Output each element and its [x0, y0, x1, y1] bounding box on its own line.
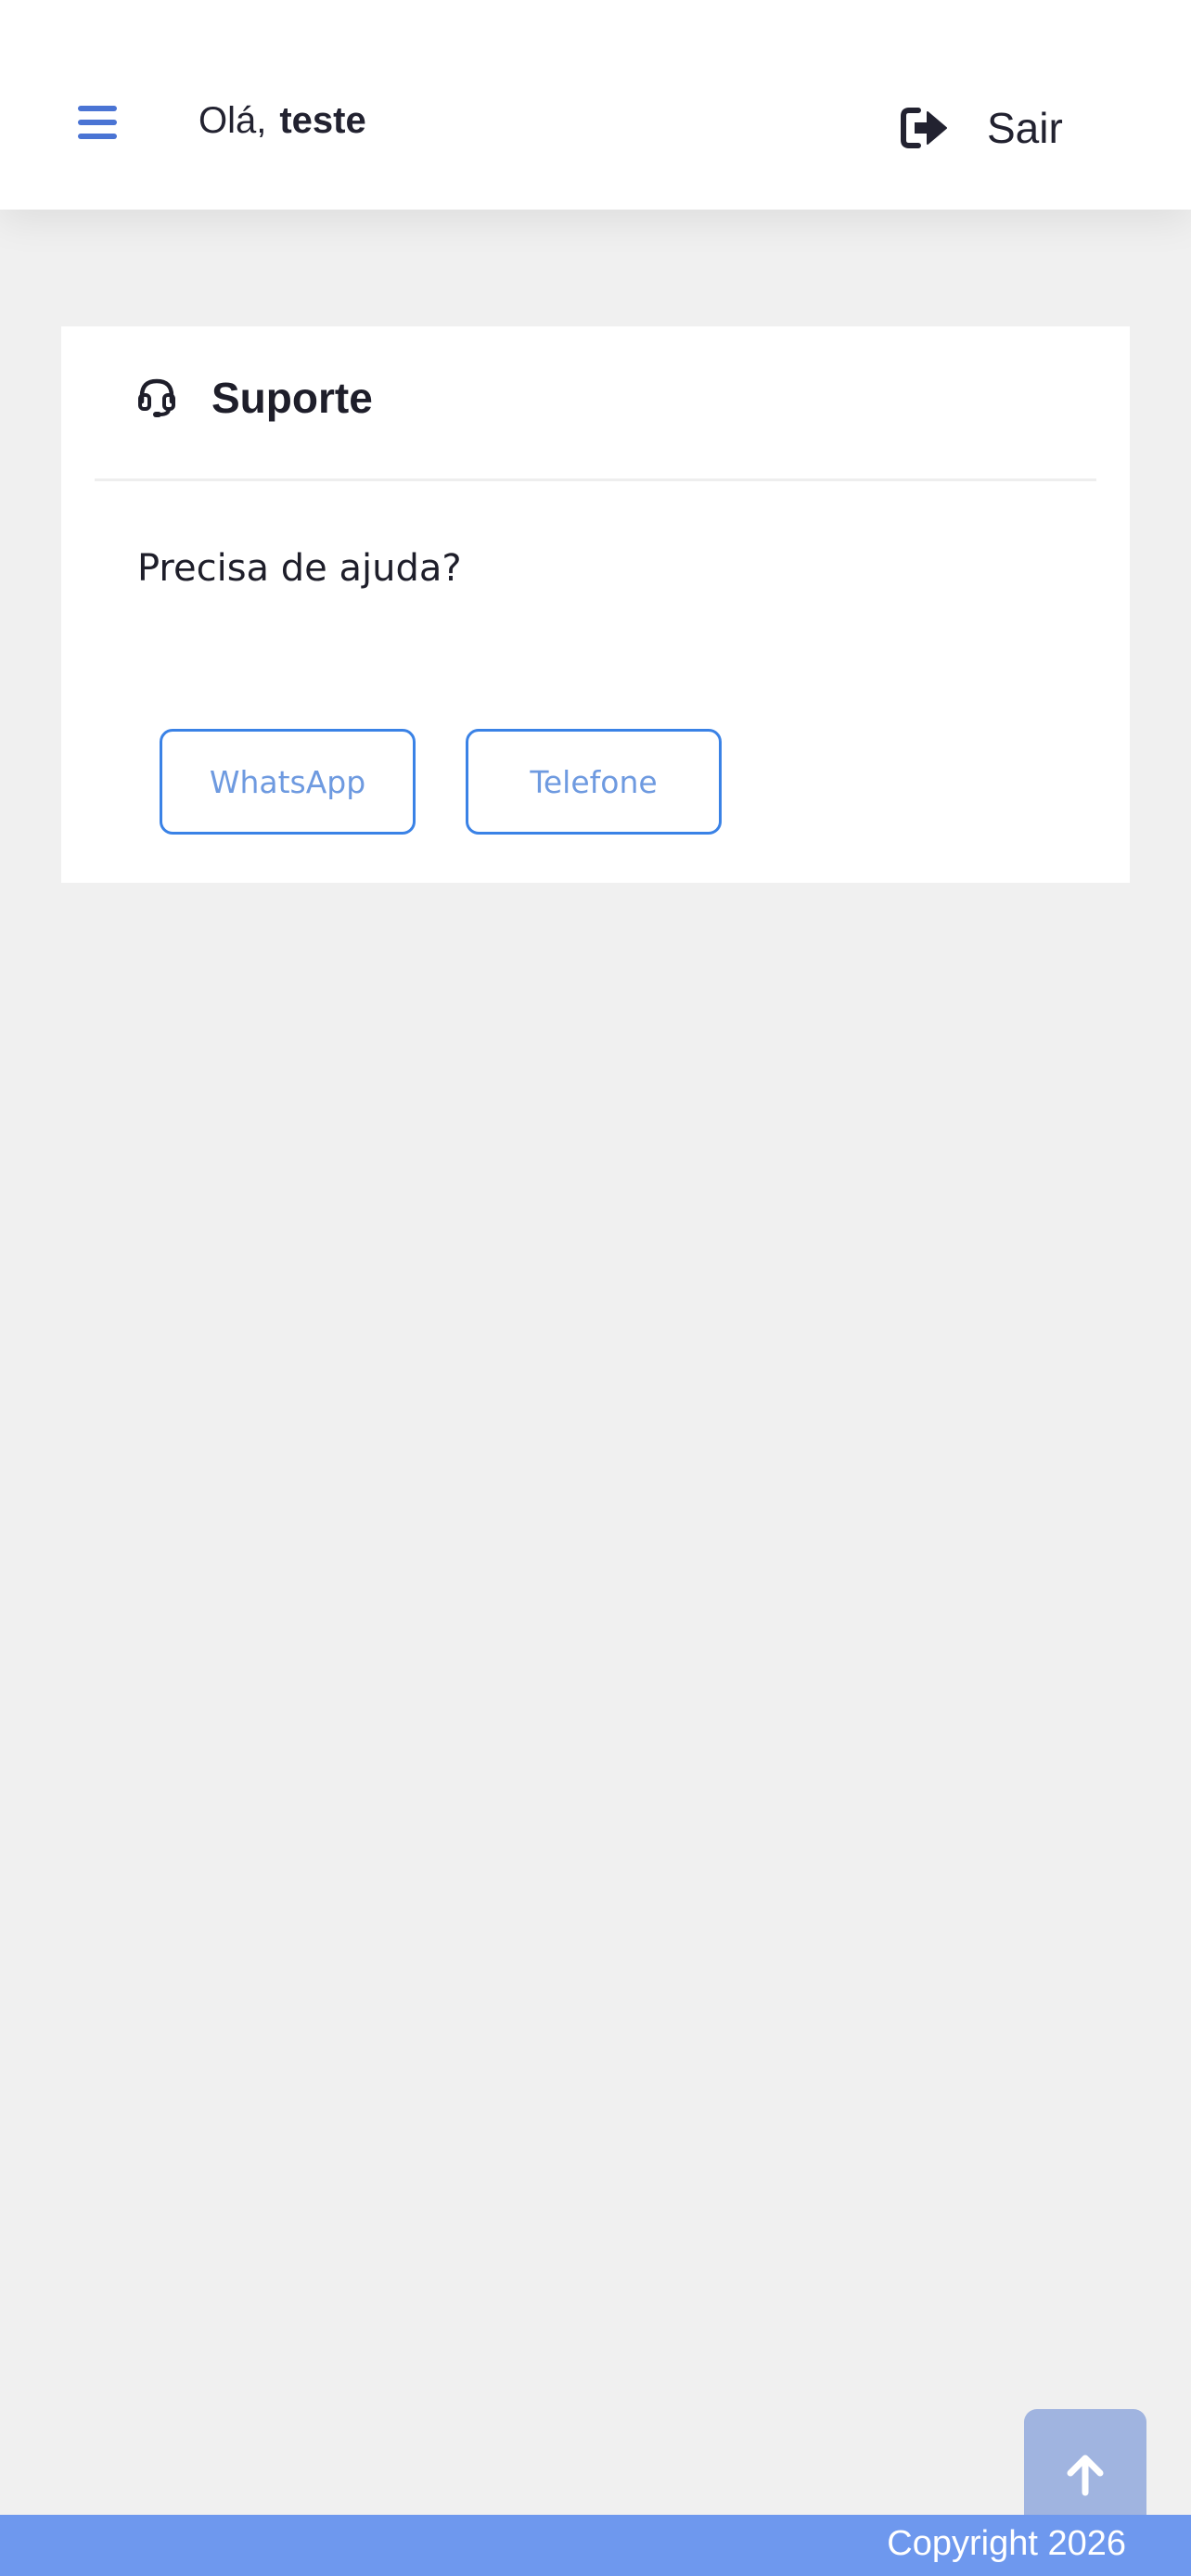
greeting-text: Olá,	[198, 100, 267, 141]
sign-out-icon	[901, 108, 947, 148]
card-header: Suporte	[137, 373, 373, 423]
logout-button[interactable]: Sair	[900, 100, 1063, 156]
whatsapp-button[interactable]: WhatsApp	[160, 729, 416, 835]
headset-icon	[138, 378, 175, 417]
greeting: Olá, teste	[198, 100, 366, 142]
hamburger-menu-icon[interactable]	[78, 104, 121, 141]
telefone-button[interactable]: Telefone	[466, 729, 722, 835]
card-divider	[95, 478, 1096, 481]
user-name: teste	[279, 100, 366, 141]
arrow-up-icon	[1067, 2455, 1104, 2496]
top-navbar: Olá, teste Sair	[0, 0, 1191, 210]
footer: Copyright 2026	[0, 2515, 1191, 2576]
help-text: Precisa de ajuda?	[137, 547, 462, 590]
logout-label: Sair	[987, 104, 1063, 152]
copyright-text: Copyright 2026	[887, 2524, 1126, 2563]
card-title: Suporte	[211, 374, 373, 422]
support-card: Suporte Precisa de ajuda? WhatsApp Telef…	[61, 326, 1130, 883]
